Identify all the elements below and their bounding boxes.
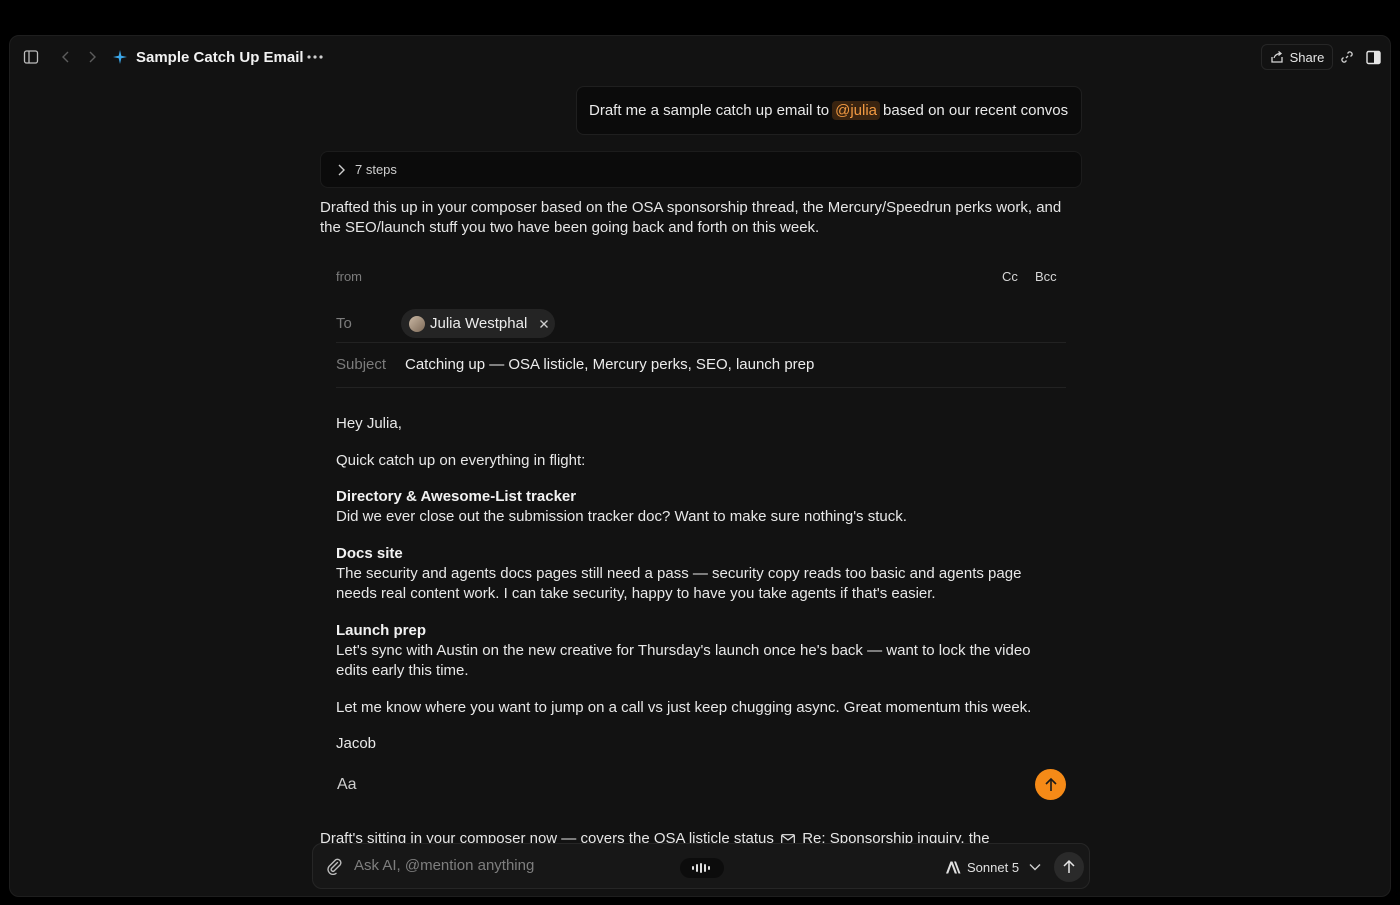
anthropic-icon (945, 861, 961, 874)
sparkle-icon (111, 47, 129, 67)
email-signature[interactable]: Jacob (336, 734, 1066, 754)
voice-input-icon[interactable] (680, 858, 724, 878)
section-text[interactable]: The security and agents docs pages still… (336, 564, 1066, 604)
section-heading[interactable]: Launch prep (336, 621, 1066, 641)
text-format-icon[interactable]: Aa (337, 776, 359, 794)
email-opening[interactable]: Quick catch up on everything in flight: (336, 451, 1066, 471)
share-button[interactable]: Share (1261, 44, 1333, 70)
cc-button[interactable]: Cc (1002, 269, 1018, 284)
send-message-button[interactable] (1054, 852, 1084, 882)
more-options-icon[interactable] (305, 47, 325, 67)
divider (336, 387, 1066, 388)
steps-toggle[interactable]: 7 steps (320, 151, 1082, 188)
send-email-button[interactable] (1035, 769, 1066, 800)
user-message: Draft me a sample catch up email to @jul… (576, 86, 1082, 135)
mention-tag[interactable]: @julia (832, 101, 881, 120)
section-heading[interactable]: Directory & Awesome-List tracker (336, 487, 1066, 507)
link-icon[interactable] (1336, 46, 1358, 68)
to-label: To (336, 315, 352, 332)
avatar (409, 315, 425, 332)
assistant-intro: Drafted this up in your composer based o… (320, 199, 1062, 236)
email-closing[interactable]: Let me know where you want to jump on a … (336, 698, 1066, 718)
user-message-text-end: based on our recent convos (883, 102, 1069, 119)
email-greeting[interactable]: Hey Julia, (336, 414, 1066, 434)
right-panel-toggle-icon[interactable] (1362, 46, 1384, 68)
chevron-right-icon (337, 164, 345, 176)
arrow-up-icon (1062, 859, 1076, 875)
top-bar: Sample Catch Up Email Share (10, 36, 1390, 78)
arrow-up-icon (1044, 777, 1058, 793)
share-icon (1270, 50, 1284, 64)
back-arrow-icon[interactable] (58, 47, 74, 67)
chat-input-field[interactable]: Ask AI, @mention anything (354, 857, 534, 874)
chevron-down-icon (1029, 863, 1041, 871)
share-label: Share (1289, 49, 1325, 65)
chat-input-bar: Ask AI, @mention anything Sonnet 5 (312, 843, 1090, 889)
sidebar-toggle-icon[interactable] (21, 47, 41, 67)
forward-arrow-icon[interactable] (84, 47, 100, 67)
bcc-button[interactable]: Bcc (1035, 269, 1057, 284)
page-title: Sample Catch Up Email (136, 48, 304, 66)
model-selector[interactable]: Sonnet 5 (945, 857, 1041, 877)
paperclip-icon[interactable] (325, 857, 343, 875)
recipient-name: Julia Westphal (430, 315, 528, 332)
section-text[interactable]: Let's sync with Austin on the new creati… (336, 641, 1066, 681)
subject-label: Subject (336, 356, 387, 373)
from-label: from (336, 269, 362, 284)
section-heading[interactable]: Docs site (336, 544, 1066, 564)
user-message-text: Draft me a sample catch up email to (589, 102, 830, 119)
app-window: Sample Catch Up Email Share Draft me a s… (9, 35, 1391, 897)
subject-field[interactable]: Catching up — OSA listicle, Mercury perk… (405, 356, 814, 373)
remove-recipient-icon[interactable] (538, 318, 550, 330)
section-text[interactable]: Did we ever close out the submission tra… (336, 507, 1066, 527)
recipient-chip[interactable]: Julia Westphal (401, 309, 555, 338)
steps-label: 7 steps (355, 162, 397, 177)
model-name: Sonnet 5 (967, 859, 1020, 875)
divider (336, 342, 1066, 343)
